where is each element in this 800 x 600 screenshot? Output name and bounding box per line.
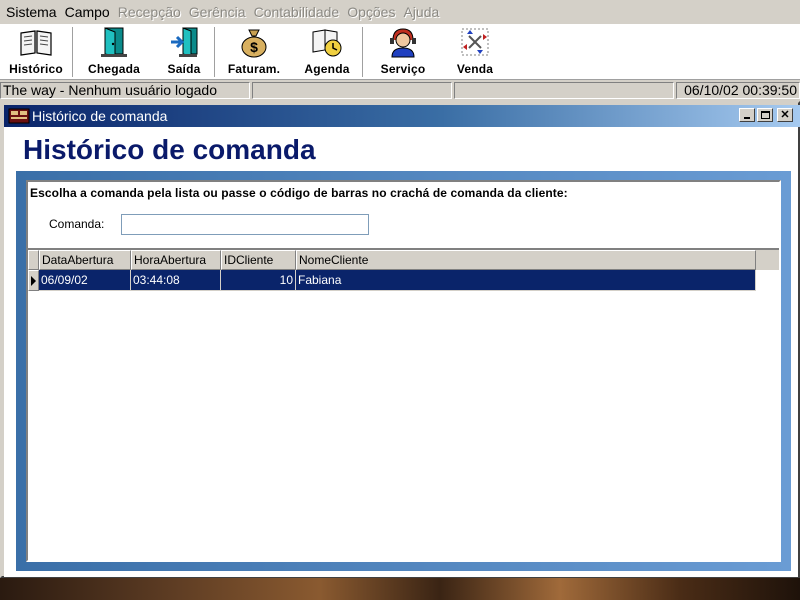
maximize-icon <box>760 111 770 119</box>
attendant-icon <box>385 25 421 59</box>
recycle-icon <box>457 25 493 59</box>
form-area: Histórico de comanda Escolha a comanda p… <box>4 127 798 577</box>
faturam-button[interactable]: $ Faturam. <box>216 24 292 79</box>
desktop-background <box>0 578 800 600</box>
saida-label: Saída <box>167 62 201 76</box>
grid-header: DataAbertura HoraAbertura IDCliente Nome… <box>28 250 779 270</box>
menu-bar: Sistema Campo Recepção Gerência Contabil… <box>0 0 800 25</box>
faturam-label: Faturam. <box>227 62 281 76</box>
historico-button[interactable]: Histórico <box>0 24 72 79</box>
status-user: The way - Nenhum usuário logado <box>0 82 250 99</box>
page-title: Histórico de comanda <box>23 134 316 165</box>
comanda-grid[interactable]: DataAbertura HoraAbertura IDCliente Nome… <box>28 248 779 560</box>
cell-id-cliente[interactable]: 10 <box>221 270 296 291</box>
agenda-clock-icon <box>309 25 345 59</box>
content-frame: Escolha a comanda pela lista ou passe o … <box>16 171 791 571</box>
saida-button[interactable]: Saída <box>154 24 214 79</box>
servico-button[interactable]: Serviço <box>364 24 442 79</box>
menu-gerencia[interactable]: Gerência <box>185 0 250 25</box>
close-button[interactable]: ✕ <box>777 108 793 122</box>
app-icon <box>8 108 30 124</box>
maximize-button[interactable] <box>757 108 773 122</box>
menu-opcoes[interactable]: Opções <box>343 0 399 25</box>
servico-label: Serviço <box>380 62 426 76</box>
instructions-text: Escolha a comanda pela lista ou passe o … <box>30 186 568 200</box>
status-panel-3 <box>454 82 674 99</box>
historico-label: Histórico <box>9 62 63 76</box>
venda-button[interactable]: Venda <box>442 24 508 79</box>
toolbar: Histórico Chegada Saída $ Faturam. Agend… <box>0 25 800 80</box>
window-title: Histórico de comanda <box>32 108 168 124</box>
menu-sistema[interactable]: Sistema <box>2 0 61 25</box>
content-panel: Escolha a comanda pela lista ou passe o … <box>26 180 781 562</box>
chegada-label: Chegada <box>87 62 141 76</box>
column-header[interactable]: NomeCliente <box>296 250 756 270</box>
column-header[interactable]: IDCliente <box>221 250 296 270</box>
minimize-button[interactable] <box>739 108 755 122</box>
grid-corner <box>28 250 39 270</box>
chegada-button[interactable]: Chegada <box>74 24 154 79</box>
svg-text:$: $ <box>250 39 258 55</box>
menu-campo[interactable]: Campo <box>61 0 114 25</box>
column-header[interactable]: HoraAbertura <box>131 250 221 270</box>
menu-contabilidade[interactable]: Contabilidade <box>250 0 344 25</box>
money-bag-icon: $ <box>236 25 272 59</box>
status-panel-2 <box>252 82 452 99</box>
close-icon: ✕ <box>780 109 790 121</box>
row-indicator <box>28 270 39 291</box>
comanda-input[interactable] <box>121 214 369 235</box>
status-bar: The way - Nenhum usuário logado 06/10/02… <box>0 81 800 100</box>
menu-recepcao[interactable]: Recepção <box>114 0 185 25</box>
cell-hora-abertura[interactable]: 03:44:08 <box>131 270 221 291</box>
cell-data-abertura[interactable]: 06/09/02 <box>39 270 131 291</box>
door-open-icon <box>96 25 132 59</box>
table-row[interactable]: 06/09/02 03:44:08 10 Fabiana <box>28 270 756 291</box>
menu-ajuda[interactable]: Ajuda <box>399 0 443 25</box>
cell-nome-cliente[interactable]: Fabiana <box>296 270 756 291</box>
comanda-label: Comanda: <box>49 217 105 231</box>
book-icon <box>18 25 54 59</box>
exit-door-icon <box>166 25 202 59</box>
status-datetime: 06/10/02 00:39:50 <box>676 82 800 99</box>
venda-label: Venda <box>456 62 494 76</box>
column-header[interactable]: DataAbertura <box>39 250 131 270</box>
window-titlebar[interactable]: Histórico de comanda ✕ <box>4 105 800 127</box>
minimize-icon <box>744 117 750 119</box>
agenda-label: Agenda <box>304 62 350 76</box>
agenda-button[interactable]: Agenda <box>292 24 362 79</box>
historico-window: Histórico de comanda ✕ Histórico de coma… <box>0 101 800 578</box>
